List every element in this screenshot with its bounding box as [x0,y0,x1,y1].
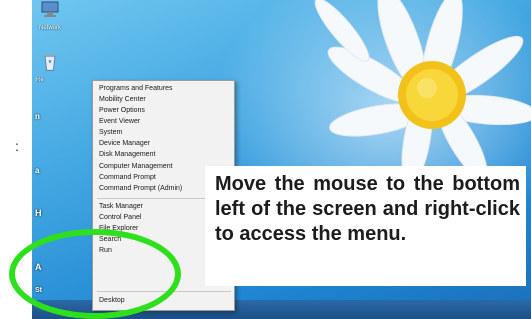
desktop-icon-fragment: H [35,208,42,218]
menu-item-mobility-center[interactable]: Mobility Center [99,94,231,105]
menu-item-event-viewer[interactable]: Event Viewer [99,116,231,127]
margin-mark: : [15,138,19,154]
desktop-icon-recycle-bin[interactable]: Re [36,52,64,83]
desktop-icon-network[interactable]: Network [36,0,64,31]
menu-item-programs-and-features[interactable]: Programs and Features [99,83,231,94]
highlight-ellipse [9,229,181,319]
network-icon [41,1,59,17]
menu-item-device-manager[interactable]: Device Manager [99,138,231,149]
menu-item-disk-management[interactable]: Disk Management [99,149,231,160]
menu-item-system[interactable]: System [99,127,231,138]
desktop-icon-fragment: n [35,112,40,121]
daisy-wallpaper-image [314,0,531,170]
desktop-icon-label: Network [38,25,61,31]
instruction-callout: Move the mouse to the bottom left of the… [205,166,526,286]
instruction-text: Move the mouse to the bottom left of the… [215,173,520,245]
recycle-bin-icon [44,54,56,71]
desktop-icon-fragment: a [35,166,40,175]
desktop-icon-label: Re [36,77,44,83]
menu-item-power-options[interactable]: Power Options [99,105,231,116]
